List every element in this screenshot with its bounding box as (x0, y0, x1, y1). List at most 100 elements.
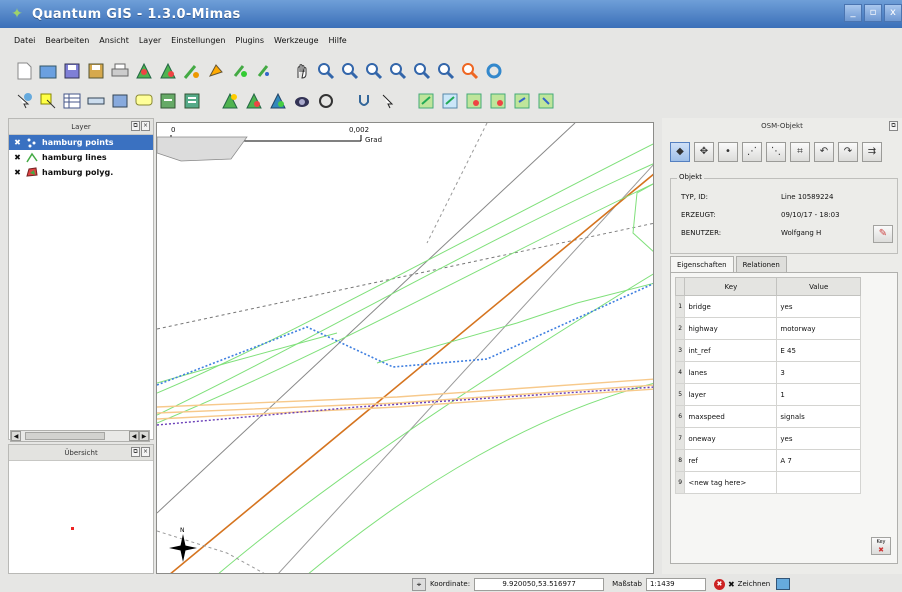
float-panel-button[interactable]: ⧉ (889, 121, 898, 131)
osm-load-icon[interactable] (416, 91, 436, 111)
remove-feature-button[interactable]: ⇉ (862, 142, 882, 162)
layer-item-hamburg-lines[interactable]: ✖ hamburg lines (9, 150, 153, 165)
osm-identify-icon[interactable] (354, 91, 374, 111)
osm-save-icon[interactable] (440, 91, 460, 111)
float-panel-button[interactable]: ⧉ (131, 121, 140, 131)
table-row[interactable]: 8 ref A 7 (674, 449, 861, 472)
measure-icon[interactable] (86, 91, 106, 111)
coordinate-toggle-icon[interactable]: ⌖ (412, 577, 426, 591)
undo-button[interactable]: ↶ (814, 142, 834, 162)
digitize-icon[interactable] (134, 61, 154, 81)
table-row[interactable]: 7 oneway yes (674, 427, 861, 450)
layer-visibility-checkbox[interactable]: ✖ (13, 153, 22, 162)
tag-value-cell[interactable]: yes (776, 427, 861, 450)
move-feature-icon[interactable] (230, 61, 250, 81)
capture-line-icon[interactable] (182, 61, 202, 81)
close-button[interactable]: x (884, 4, 902, 22)
layer-visibility-checkbox[interactable]: ✖ (13, 168, 22, 177)
zoom-selection-icon[interactable] (388, 61, 408, 81)
osm-export-icon[interactable] (536, 91, 556, 111)
table-row[interactable]: 9 <new tag here> (674, 471, 861, 494)
menu-ansicht[interactable]: Ansicht (99, 36, 129, 45)
menu-werkzeuge[interactable]: Werkzeuge (274, 36, 318, 45)
redo-button[interactable]: ↷ (838, 142, 858, 162)
tag-key-cell[interactable]: bridge (684, 295, 778, 318)
attribute-table-icon[interactable] (62, 91, 82, 111)
menu-datei[interactable]: Datei (14, 36, 35, 45)
scroll-right-arrow-icon[interactable]: ▶ (139, 431, 149, 441)
render-checkbox[interactable]: ✖ (728, 580, 735, 589)
table-row[interactable]: 6 maxspeed signals (674, 405, 861, 428)
zoom-in-icon[interactable] (316, 61, 336, 81)
tab-properties[interactable]: Eigenschaften (670, 256, 734, 272)
menu-hilfe[interactable]: Hilfe (329, 36, 347, 45)
scroll-left-arrow-icon[interactable]: ◀ (129, 431, 139, 441)
tag-value-cell[interactable]: 3 (776, 361, 861, 384)
tag-value-cell[interactable]: 1 (776, 383, 861, 406)
table-row[interactable]: 5 layer 1 (674, 383, 861, 406)
zoom-previous-icon[interactable] (460, 61, 480, 81)
create-line-button[interactable]: ⋰ (742, 142, 762, 162)
stop-render-icon[interactable]: ✖ (713, 578, 725, 590)
float-panel-button[interactable]: ⧉ (131, 447, 140, 457)
tag-value-cell[interactable]: signals (776, 405, 861, 428)
remove-layer-icon[interactable] (316, 91, 336, 111)
minimize-button[interactable]: _ (844, 4, 862, 22)
save-as-icon[interactable] (86, 61, 106, 81)
delete-feature-button[interactable]: ✎ (873, 225, 893, 243)
new-project-icon[interactable] (14, 61, 34, 81)
tag-key-cell[interactable]: highway (684, 317, 778, 340)
add-raster-layer-icon[interactable] (244, 91, 264, 111)
measure-area-icon[interactable] (110, 91, 130, 111)
tag-key-cell[interactable]: <new tag here> (684, 471, 778, 494)
add-vector-layer-icon[interactable] (220, 91, 240, 111)
layer-item-hamburg-polygons[interactable]: ✖ hamburg polyg. (9, 165, 153, 180)
zoom-out-icon[interactable] (340, 61, 360, 81)
new-bookmark-icon[interactable] (158, 91, 178, 111)
tag-value-cell[interactable]: A 7 (776, 449, 861, 472)
add-postgis-icon[interactable] (268, 91, 288, 111)
scroll-thumb[interactable] (25, 432, 105, 440)
tag-value-cell[interactable]: motorway (776, 317, 861, 340)
add-wms-icon[interactable] (292, 91, 312, 111)
identify-feature-button[interactable]: ◆ (670, 142, 690, 162)
print-icon[interactable] (110, 61, 130, 81)
tag-key-cell[interactable]: oneway (684, 427, 778, 450)
select-icon[interactable] (38, 91, 58, 111)
osm-download-icon[interactable] (464, 91, 484, 111)
show-bookmarks-icon[interactable] (182, 91, 202, 111)
tag-key-cell[interactable]: lanes (684, 361, 778, 384)
save-project-icon[interactable] (62, 61, 82, 81)
pan-icon[interactable] (292, 61, 312, 81)
menu-layer[interactable]: Layer (139, 36, 161, 45)
projection-icon[interactable] (776, 578, 791, 590)
tag-key-cell[interactable]: maxspeed (684, 405, 778, 428)
layers-horizontal-scrollbar[interactable]: ◀ ◀ ▶ (10, 430, 150, 442)
menu-bearbeiten[interactable]: Bearbeiten (45, 36, 89, 45)
refresh-icon[interactable] (484, 61, 504, 81)
tag-key-cell[interactable]: ref (684, 449, 778, 472)
table-row[interactable]: 2 highway motorway (674, 317, 861, 340)
osm-move-icon[interactable] (378, 91, 398, 111)
map-canvas[interactable]: N 0 0,002 Grad (156, 122, 654, 574)
maximize-button[interactable]: ▫ (864, 4, 882, 22)
column-header-key[interactable]: Key (684, 277, 778, 296)
menu-einstellungen[interactable]: Einstellungen (171, 36, 225, 45)
open-project-icon[interactable] (38, 61, 58, 81)
create-polygon-button[interactable]: ⋱ (766, 142, 786, 162)
remove-tag-button[interactable]: Key ✖ (871, 537, 891, 555)
zoom-full-icon[interactable] (364, 61, 384, 81)
add-vertex-icon[interactable] (254, 61, 274, 81)
table-row[interactable]: 4 lanes 3 (674, 361, 861, 384)
tab-relations[interactable]: Relationen (735, 256, 787, 272)
layer-item-hamburg-points[interactable]: ✖ hamburg points (9, 135, 153, 150)
capture-point-icon[interactable] (158, 61, 178, 81)
move-feature-button[interactable]: ✥ (694, 142, 714, 162)
osm-upload-icon[interactable] (488, 91, 508, 111)
tag-value-cell[interactable]: E 45 (776, 339, 861, 362)
tag-key-cell[interactable]: int_ref (684, 339, 778, 362)
map-tips-icon[interactable] (134, 91, 154, 111)
identify-icon[interactable] (14, 91, 34, 111)
create-relation-button[interactable]: ⌗ (790, 142, 810, 162)
close-panel-button[interactable]: × (141, 121, 150, 131)
